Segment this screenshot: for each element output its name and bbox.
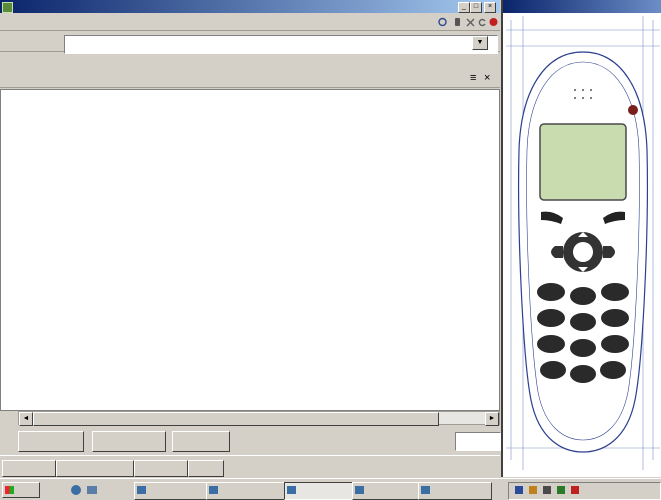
nav-center-key [573,242,593,262]
quick-launch-icon[interactable] [86,484,98,496]
tray-icon[interactable] [529,486,537,494]
taskbar-item[interactable] [352,482,426,500]
taskbar-item-active[interactable] [284,482,362,500]
tray-icon[interactable] [557,486,565,494]
action-button-2[interactable] [92,431,166,452]
phone-icon[interactable] [453,17,462,27]
phone-screen [539,123,627,201]
taskbar-item[interactable] [134,482,208,500]
position-field [455,432,501,451]
tab-1[interactable] [2,460,56,477]
url-input[interactable] [64,35,498,54]
tab-2[interactable] [56,460,134,477]
tab-3[interactable] [134,460,188,477]
taskbar-item[interactable] [418,482,492,500]
start-button[interactable] [2,482,40,498]
scroll-right-arrow[interactable]: ► [485,412,499,426]
horizontal-scrollbar[interactable]: ◄ ► [18,411,500,426]
power-button [628,105,638,115]
system-tray [508,482,661,500]
scroll-thumb[interactable] [33,412,439,426]
browser-icon[interactable] [438,17,447,27]
maximize-button[interactable]: □ [470,2,482,13]
simulator-title-bar [503,0,661,13]
close-file-button[interactable]: × [484,73,490,84]
tray-icon[interactable] [515,486,523,494]
windows-logo-icon [5,486,14,494]
bottom-tab-bar [0,455,500,477]
scroll-left-arrow[interactable]: ◄ [19,412,33,426]
action-button-1[interactable] [18,431,84,452]
refresh-icon[interactable] [478,17,487,27]
tab-4[interactable] [188,460,224,477]
url-bar: ▼ [0,32,500,54]
app-icon [2,2,13,13]
phone-simulator [506,16,660,470]
minimize-button[interactable]: _ [458,2,470,13]
stop-icon[interactable] [466,17,475,27]
quick-launch-icon[interactable] [70,484,82,496]
file-tab-bar: ≡ × [0,70,500,88]
home-icon[interactable] [489,17,498,27]
taskbar [0,478,661,500]
action-button-3[interactable] [172,431,230,452]
menu-bar [0,14,500,31]
code-editor[interactable] [0,89,500,411]
phone-simulator-panel [501,0,661,477]
tab-menu-icon[interactable]: ≡ [470,73,476,84]
tray-icon[interactable] [571,486,579,494]
action-bar [0,426,501,454]
taskbar-item[interactable] [206,482,286,500]
close-button[interactable]: × [484,2,496,13]
tray-icon[interactable] [543,486,551,494]
url-dropdown-button[interactable]: ▼ [472,36,488,50]
window-title-bar[interactable]: _ □ × [0,0,500,13]
